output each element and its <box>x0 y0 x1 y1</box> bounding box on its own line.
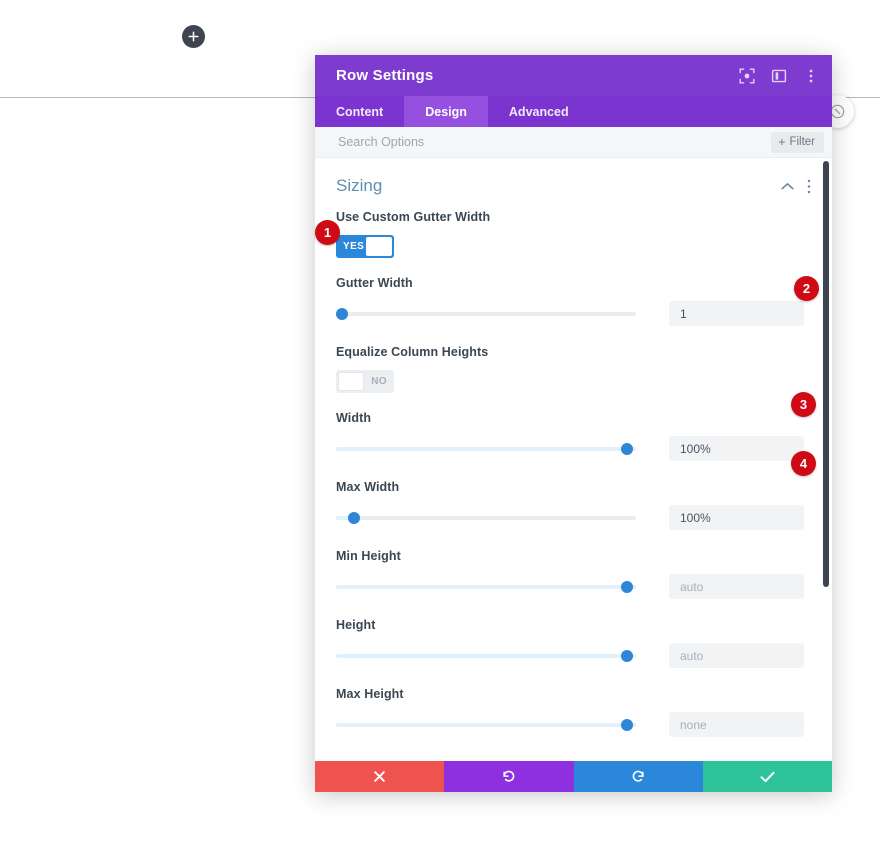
max-height-input[interactable]: none <box>669 712 804 737</box>
slider-row: 100% <box>336 436 811 461</box>
focus-icon[interactable] <box>738 67 756 85</box>
slider-fill <box>336 584 627 589</box>
step-badge-label: 3 <box>799 397 808 412</box>
field-label: Max Height <box>336 687 404 701</box>
slider-row: none <box>336 712 811 737</box>
max-height-slider[interactable] <box>336 715 636 735</box>
toggle-state-label: NO <box>371 376 387 387</box>
search-input[interactable] <box>336 134 772 150</box>
section-title-sizing: Sizing <box>336 176 383 195</box>
slider-fill <box>336 446 627 451</box>
slider-track <box>336 311 636 316</box>
field-label: Equalize Column Heights <box>336 345 489 359</box>
tab-content[interactable]: Content <box>315 96 404 127</box>
cancel-button[interactable] <box>315 761 445 792</box>
step-badge-2: 2 <box>794 276 819 301</box>
modal-title: Row Settings <box>336 67 434 84</box>
section-actions-sizing <box>781 179 811 194</box>
modal-tabs: Content Design Advanced <box>315 96 832 127</box>
field-label: Use Custom Gutter Width <box>336 210 491 224</box>
slider-row: 1 <box>336 301 811 326</box>
filter-button-label: Filter <box>789 135 815 148</box>
undo-button[interactable] <box>444 761 574 792</box>
field-gutter-width: Gutter Width 1 <box>315 276 832 326</box>
width-input[interactable]: 100% <box>669 436 804 461</box>
slider-handle[interactable] <box>621 649 633 662</box>
slider-track <box>336 515 636 520</box>
field-height: Height auto <box>315 618 832 668</box>
options-list: Sizing Use Custom Gutter Width YES Gutte… <box>315 158 832 761</box>
step-badge-label: 1 <box>323 225 332 240</box>
section-more-vertical-icon[interactable] <box>807 179 811 194</box>
redo-button[interactable] <box>573 761 703 792</box>
equalize-column-heights-toggle[interactable]: NO <box>336 370 394 393</box>
modal-header: Row Settings <box>315 55 832 96</box>
field-max-height: Max Height none <box>315 687 832 737</box>
more-vertical-icon[interactable] <box>802 67 820 85</box>
min-height-input[interactable]: auto <box>669 574 804 599</box>
slider-handle[interactable] <box>348 511 360 524</box>
toggle-knob <box>366 237 392 256</box>
tab-design[interactable]: Design <box>404 96 488 127</box>
min-height-slider[interactable] <box>336 577 636 597</box>
slider-fill <box>336 653 627 658</box>
save-button[interactable] <box>702 761 832 792</box>
field-min-height: Min Height auto <box>315 549 832 599</box>
row-settings-modal: Row Settings Content Design Advanced Sea… <box>315 55 832 792</box>
field-label: Width <box>336 411 372 425</box>
chevron-up-icon[interactable] <box>781 182 794 191</box>
field-label: Gutter Width <box>336 276 413 290</box>
tab-advanced[interactable]: Advanced <box>488 96 590 127</box>
slider-handle[interactable] <box>336 307 348 320</box>
filter-plus-icon: + <box>778 134 786 149</box>
modal-header-actions <box>738 67 820 85</box>
step-badge-1: 1 <box>315 220 340 245</box>
field-max-width: Max Width 100% <box>315 480 832 530</box>
search-bar: + Filter <box>315 127 832 158</box>
screen: Row Settings Content Design Advanced Sea… <box>0 0 880 844</box>
width-slider[interactable] <box>336 439 636 459</box>
field-label: Min Height <box>336 549 401 563</box>
scrollbar-thumb[interactable] <box>823 161 829 587</box>
use-custom-gutter-width-toggle[interactable]: YES <box>336 235 394 258</box>
gutter-width-slider[interactable] <box>336 304 636 324</box>
field-equalize-column-heights: Equalize Column Heights NO <box>315 345 832 393</box>
step-badge-3: 3 <box>791 392 816 417</box>
height-slider[interactable] <box>336 646 636 666</box>
modal-footer <box>315 761 832 792</box>
section-header-sizing[interactable]: Sizing <box>315 158 832 210</box>
add-row-button[interactable] <box>182 25 205 48</box>
max-width-input[interactable]: 100% <box>669 505 804 530</box>
max-width-slider[interactable] <box>336 508 636 528</box>
layout-panel-icon[interactable] <box>770 67 788 85</box>
modal-body: Sizing Use Custom Gutter Width YES Gutte… <box>315 158 832 761</box>
slider-handle[interactable] <box>621 718 633 731</box>
slider-handle[interactable] <box>621 580 633 593</box>
field-label: Max Width <box>336 480 400 494</box>
step-badge-label: 4 <box>799 456 808 471</box>
height-input[interactable]: auto <box>669 643 804 668</box>
slider-handle[interactable] <box>621 442 633 455</box>
scrollbar-track[interactable] <box>821 158 832 761</box>
field-label: Height <box>336 618 376 632</box>
step-badge-4: 4 <box>791 451 816 476</box>
gutter-width-input[interactable]: 1 <box>669 301 804 326</box>
toggle-knob <box>338 372 364 391</box>
field-width: Width 100% <box>315 411 832 461</box>
slider-fill <box>336 722 627 727</box>
step-badge-label: 2 <box>802 281 811 296</box>
slider-row: auto <box>336 574 811 599</box>
filter-button[interactable]: + Filter <box>771 131 824 153</box>
slider-row: auto <box>336 643 811 668</box>
field-use-custom-gutter-width: Use Custom Gutter Width YES <box>315 210 832 258</box>
slider-row: 100% <box>336 505 811 530</box>
